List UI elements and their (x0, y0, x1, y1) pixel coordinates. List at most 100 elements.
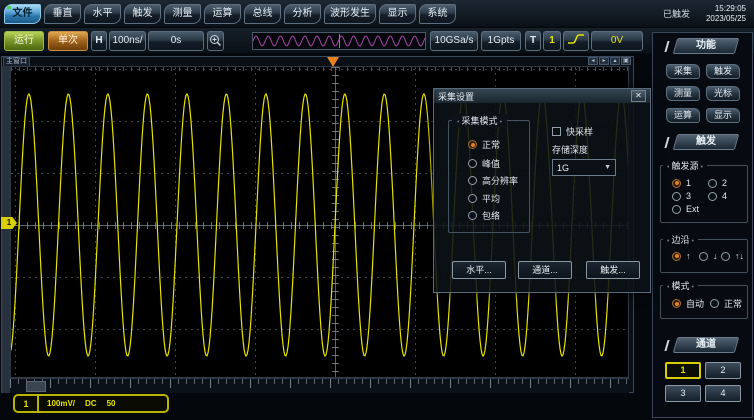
close-icon[interactable]: ✕ (631, 90, 646, 102)
window-control-maximize-icon[interactable]: ▣ (621, 57, 631, 65)
radio-label: 2 (722, 178, 727, 188)
sidebar-button-trigger[interactable]: 触发 (706, 64, 740, 79)
trigger-level-readout[interactable]: 0V (591, 31, 643, 51)
trigger-settings-button[interactable]: 触发... (586, 261, 640, 279)
single-button[interactable]: 单次 (48, 31, 88, 51)
channel-3-button[interactable]: 3 (665, 385, 701, 402)
radio-source-ext[interactable]: Ext (672, 204, 699, 214)
radio-mode-normal[interactable]: 正常 (468, 138, 500, 151)
channel-settings-button[interactable]: 通道... (518, 261, 572, 279)
trigger-position-marker-icon[interactable] (327, 57, 339, 67)
radio-mode-envelope[interactable]: 包络 (468, 209, 500, 222)
radio-icon (699, 252, 708, 261)
channel-header-label: 通道 (676, 338, 736, 352)
channel-section-header: 通道 (673, 337, 740, 353)
fast-sample-checkbox[interactable]: 快采样 (552, 125, 593, 138)
radio-label: 自动 (686, 297, 704, 310)
trigger-button[interactable]: T (525, 31, 541, 51)
menu-item-bus[interactable]: 总线 (244, 4, 281, 24)
chevron-down-icon: ▼ (604, 164, 611, 171)
radio-mode-highres[interactable]: 高分辨率 (468, 174, 518, 187)
menu-item-display[interactable]: 显示 (379, 4, 416, 24)
oscilloscope-screen: 文件 垂直 水平 触发 测量 运算 总线 分析 波形发生 显示 系统 已触发 1… (0, 0, 754, 420)
radio-label: 高分辨率 (482, 174, 518, 187)
dialog-title-text: 采集设置 (438, 90, 474, 103)
menu-item-horizontal[interactable]: 水平 (84, 4, 121, 24)
channel1-badge-number: 1 (15, 396, 39, 411)
memory-depth-value: 1G (557, 163, 569, 173)
function-section-header: 功能 (673, 38, 740, 54)
radio-icon (710, 299, 719, 308)
radio-source-3[interactable]: 3 (672, 191, 691, 201)
memory-depth-readout[interactable]: 1Gpts (481, 31, 521, 51)
timebase-button[interactable]: 100ns/ (109, 31, 146, 51)
radio-edge-either[interactable]: ↑↓ (721, 251, 744, 261)
left-gutter (2, 66, 10, 393)
trigger-source-readout[interactable]: 1 (543, 31, 561, 51)
header-slash-icon (664, 340, 669, 351)
time-text: 15:29:05 (715, 4, 746, 13)
status-area: 已触发 15:29:05 2023/05/25 (663, 4, 754, 24)
horizontal-offset-button[interactable]: 0s (148, 31, 204, 51)
sample-rate-readout[interactable]: 10GSa/s (430, 31, 478, 51)
menu-item-label: 文件 (13, 8, 33, 19)
bottom-axis-major-ticks (10, 379, 629, 388)
window-control-right-icon[interactable]: ▸ (599, 57, 609, 65)
radio-label: 4 (722, 191, 727, 201)
waveform-preview-strip[interactable] (252, 32, 426, 50)
channel-4-button[interactable]: 4 (705, 385, 741, 402)
radio-mode-peak[interactable]: 峰值 (468, 157, 500, 170)
preview-trigger-position-line (339, 34, 340, 48)
checkbox-icon (552, 127, 561, 136)
zoom-button[interactable] (207, 31, 224, 51)
menu-item-system[interactable]: 系统 (419, 4, 456, 24)
radio-icon (672, 252, 681, 261)
trigger-status-text: 已触发 (663, 7, 690, 20)
channel-1-button[interactable]: 1 (665, 362, 701, 379)
radio-label: 3 (686, 191, 691, 201)
sidebar-button-display[interactable]: 显示 (706, 108, 740, 123)
channel-2-button[interactable]: 2 (705, 362, 741, 379)
radio-trigmode-auto[interactable]: 自动 (672, 297, 704, 310)
radio-icon (708, 179, 717, 188)
radio-trigmode-normal[interactable]: 正常 (710, 297, 742, 310)
menu-item-trigger[interactable]: 触发 (124, 4, 161, 24)
memory-depth-label: 存储深度 (552, 143, 588, 156)
menu-item-file[interactable]: 文件 (4, 4, 41, 24)
channel1-badge-settings: 100mV/ DC 50 (39, 396, 167, 411)
radio-source-2[interactable]: 2 (708, 178, 727, 188)
horizontal-button[interactable]: H (91, 31, 107, 51)
dialog-titlebar[interactable]: 采集设置 ✕ (434, 89, 650, 103)
file-activity-indicator (7, 6, 11, 9)
menu-item-math[interactable]: 运算 (204, 4, 241, 24)
run-button[interactable]: 运行 (4, 31, 44, 51)
radio-icon (708, 192, 717, 201)
sidebar-button-cursor[interactable]: 光标 (706, 86, 740, 101)
channel1-coupling: DC (85, 399, 97, 408)
radio-source-4[interactable]: 4 (708, 191, 727, 201)
horizontal-settings-button[interactable]: 水平... (452, 261, 506, 279)
sidebar-button-math[interactable]: 运算 (666, 108, 700, 123)
menu-item-vertical[interactable]: 垂直 (44, 4, 81, 24)
radio-mode-average[interactable]: 平均 (468, 192, 500, 205)
menu-item-analysis[interactable]: 分析 (284, 4, 321, 24)
window-control-up-icon[interactable]: ▴ (610, 57, 620, 65)
menu-item-wavegen[interactable]: 波形发生 (324, 4, 376, 24)
sidebar-button-acquire[interactable]: 采集 (666, 64, 700, 79)
horizontal-scrollbar[interactable] (10, 378, 629, 393)
menu-item-measure[interactable]: 测量 (164, 4, 201, 24)
sidebar-button-measure[interactable]: 测量 (666, 86, 700, 101)
radio-edge-rising[interactable]: ↑ (672, 251, 691, 261)
radio-source-1[interactable]: 1 (672, 178, 691, 188)
scrollbar-thumb[interactable] (26, 381, 46, 392)
window-control-left-icon[interactable]: ◂ (588, 57, 598, 65)
radio-icon (672, 299, 681, 308)
radio-label: 正常 (482, 138, 500, 151)
radio-icon (468, 211, 477, 220)
trigger-slope-button[interactable] (563, 31, 589, 51)
channel1-badge[interactable]: 1 100mV/ DC 50 (13, 394, 169, 413)
radio-label: 1 (686, 178, 691, 188)
memory-depth-dropdown[interactable]: 1G ▼ (552, 159, 616, 176)
radio-edge-falling[interactable]: ↓ (699, 251, 718, 261)
rising-edge-icon (566, 32, 586, 46)
